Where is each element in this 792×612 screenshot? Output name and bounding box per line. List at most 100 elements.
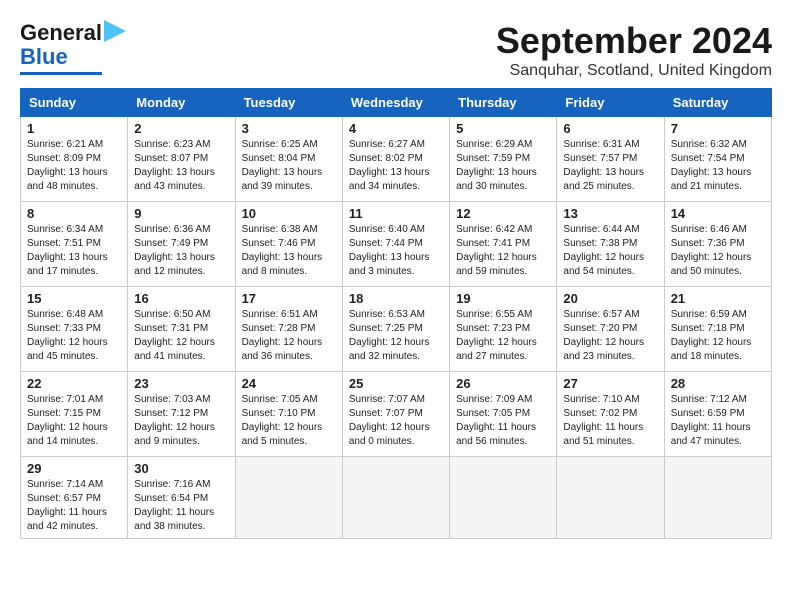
day-number: 19 — [456, 291, 550, 306]
day-info: Sunrise: 6:34 AMSunset: 7:51 PMDaylight:… — [27, 223, 121, 279]
day-number: 8 — [27, 206, 121, 221]
day-info: Sunrise: 6:48 AMSunset: 7:33 PMDaylight:… — [27, 308, 121, 364]
calendar-cell: 12 Sunrise: 6:42 AMSunset: 7:41 PMDaylig… — [450, 202, 557, 287]
day-number: 10 — [242, 206, 336, 221]
calendar-cell: 2 Sunrise: 6:23 AMSunset: 8:07 PMDayligh… — [128, 117, 235, 202]
calendar-cell — [557, 457, 664, 539]
calendar-cell: 5 Sunrise: 6:29 AMSunset: 7:59 PMDayligh… — [450, 117, 557, 202]
day-info: Sunrise: 7:05 AMSunset: 7:10 PMDaylight:… — [242, 393, 336, 449]
day-number: 25 — [349, 376, 443, 391]
calendar-cell: 25 Sunrise: 7:07 AMSunset: 7:07 PMDaylig… — [342, 372, 449, 457]
day-info: Sunrise: 7:10 AMSunset: 7:02 PMDaylight:… — [563, 393, 657, 449]
col-thursday: Thursday — [450, 89, 557, 117]
day-number: 15 — [27, 291, 121, 306]
col-wednesday: Wednesday — [342, 89, 449, 117]
day-info: Sunrise: 7:12 AMSunset: 6:59 PMDaylight:… — [671, 393, 765, 449]
day-number: 28 — [671, 376, 765, 391]
day-number: 11 — [349, 206, 443, 221]
calendar-cell: 6 Sunrise: 6:31 AMSunset: 7:57 PMDayligh… — [557, 117, 664, 202]
calendar-cell: 4 Sunrise: 6:27 AMSunset: 8:02 PMDayligh… — [342, 117, 449, 202]
page-header: General Blue September 2024 Sanquhar, Sc… — [20, 20, 772, 80]
calendar-cell: 20 Sunrise: 6:57 AMSunset: 7:20 PMDaylig… — [557, 287, 664, 372]
calendar-cell: 3 Sunrise: 6:25 AMSunset: 8:04 PMDayligh… — [235, 117, 342, 202]
day-info: Sunrise: 7:03 AMSunset: 7:12 PMDaylight:… — [134, 393, 228, 449]
calendar-table: Sunday Monday Tuesday Wednesday Thursday… — [20, 88, 772, 539]
day-info: Sunrise: 6:44 AMSunset: 7:38 PMDaylight:… — [563, 223, 657, 279]
day-info: Sunrise: 6:21 AMSunset: 8:09 PMDaylight:… — [27, 138, 121, 194]
day-info: Sunrise: 6:36 AMSunset: 7:49 PMDaylight:… — [134, 223, 228, 279]
day-info: Sunrise: 7:14 AMSunset: 6:57 PMDaylight:… — [27, 478, 121, 534]
logo-arrow-icon — [104, 20, 126, 42]
day-info: Sunrise: 6:46 AMSunset: 7:36 PMDaylight:… — [671, 223, 765, 279]
day-number: 1 — [27, 121, 121, 136]
calendar-cell: 21 Sunrise: 6:59 AMSunset: 7:18 PMDaylig… — [664, 287, 771, 372]
day-info: Sunrise: 6:42 AMSunset: 7:41 PMDaylight:… — [456, 223, 550, 279]
calendar-week-row: 15 Sunrise: 6:48 AMSunset: 7:33 PMDaylig… — [21, 287, 772, 372]
day-number: 29 — [27, 461, 121, 476]
day-number: 20 — [563, 291, 657, 306]
day-number: 16 — [134, 291, 228, 306]
col-saturday: Saturday — [664, 89, 771, 117]
day-info: Sunrise: 7:07 AMSunset: 7:07 PMDaylight:… — [349, 393, 443, 449]
calendar-cell — [342, 457, 449, 539]
day-info: Sunrise: 6:51 AMSunset: 7:28 PMDaylight:… — [242, 308, 336, 364]
day-info: Sunrise: 7:01 AMSunset: 7:15 PMDaylight:… — [27, 393, 121, 449]
logo-general-text: General — [20, 20, 102, 46]
calendar-cell: 15 Sunrise: 6:48 AMSunset: 7:33 PMDaylig… — [21, 287, 128, 372]
calendar-cell: 28 Sunrise: 7:12 AMSunset: 6:59 PMDaylig… — [664, 372, 771, 457]
calendar-cell: 17 Sunrise: 6:51 AMSunset: 7:28 PMDaylig… — [235, 287, 342, 372]
calendar-cell: 11 Sunrise: 6:40 AMSunset: 7:44 PMDaylig… — [342, 202, 449, 287]
calendar-cell: 7 Sunrise: 6:32 AMSunset: 7:54 PMDayligh… — [664, 117, 771, 202]
calendar-cell: 10 Sunrise: 6:38 AMSunset: 7:46 PMDaylig… — [235, 202, 342, 287]
day-info: Sunrise: 6:32 AMSunset: 7:54 PMDaylight:… — [671, 138, 765, 194]
calendar-week-row: 1 Sunrise: 6:21 AMSunset: 8:09 PMDayligh… — [21, 117, 772, 202]
title-area: September 2024 Sanquhar, Scotland, Unite… — [496, 20, 772, 80]
day-info: Sunrise: 6:50 AMSunset: 7:31 PMDaylight:… — [134, 308, 228, 364]
day-info: Sunrise: 6:40 AMSunset: 7:44 PMDaylight:… — [349, 223, 443, 279]
day-info: Sunrise: 6:27 AMSunset: 8:02 PMDaylight:… — [349, 138, 443, 194]
logo-underline — [20, 72, 102, 75]
calendar-week-row: 29 Sunrise: 7:14 AMSunset: 6:57 PMDaylig… — [21, 457, 772, 539]
day-number: 2 — [134, 121, 228, 136]
day-number: 13 — [563, 206, 657, 221]
calendar-cell: 27 Sunrise: 7:10 AMSunset: 7:02 PMDaylig… — [557, 372, 664, 457]
location-subtitle: Sanquhar, Scotland, United Kingdom — [496, 62, 772, 80]
day-info: Sunrise: 6:38 AMSunset: 7:46 PMDaylight:… — [242, 223, 336, 279]
col-sunday: Sunday — [21, 89, 128, 117]
calendar-cell — [235, 457, 342, 539]
calendar-cell: 23 Sunrise: 7:03 AMSunset: 7:12 PMDaylig… — [128, 372, 235, 457]
calendar-week-row: 22 Sunrise: 7:01 AMSunset: 7:15 PMDaylig… — [21, 372, 772, 457]
day-number: 6 — [563, 121, 657, 136]
day-info: Sunrise: 6:25 AMSunset: 8:04 PMDaylight:… — [242, 138, 336, 194]
calendar-cell — [450, 457, 557, 539]
logo-blue-text: Blue — [20, 44, 68, 70]
calendar-cell: 13 Sunrise: 6:44 AMSunset: 7:38 PMDaylig… — [557, 202, 664, 287]
calendar-cell: 14 Sunrise: 6:46 AMSunset: 7:36 PMDaylig… — [664, 202, 771, 287]
day-number: 9 — [134, 206, 228, 221]
day-number: 21 — [671, 291, 765, 306]
day-info: Sunrise: 7:16 AMSunset: 6:54 PMDaylight:… — [134, 478, 228, 534]
day-number: 14 — [671, 206, 765, 221]
day-number: 3 — [242, 121, 336, 136]
col-friday: Friday — [557, 89, 664, 117]
month-title: September 2024 — [496, 20, 772, 62]
day-info: Sunrise: 6:55 AMSunset: 7:23 PMDaylight:… — [456, 308, 550, 364]
calendar-cell: 9 Sunrise: 6:36 AMSunset: 7:49 PMDayligh… — [128, 202, 235, 287]
day-number: 27 — [563, 376, 657, 391]
calendar-cell: 8 Sunrise: 6:34 AMSunset: 7:51 PMDayligh… — [21, 202, 128, 287]
day-number: 4 — [349, 121, 443, 136]
calendar-cell: 24 Sunrise: 7:05 AMSunset: 7:10 PMDaylig… — [235, 372, 342, 457]
calendar-cell: 18 Sunrise: 6:53 AMSunset: 7:25 PMDaylig… — [342, 287, 449, 372]
calendar-cell: 22 Sunrise: 7:01 AMSunset: 7:15 PMDaylig… — [21, 372, 128, 457]
day-number: 24 — [242, 376, 336, 391]
day-number: 17 — [242, 291, 336, 306]
day-info: Sunrise: 7:09 AMSunset: 7:05 PMDaylight:… — [456, 393, 550, 449]
calendar-cell: 16 Sunrise: 6:50 AMSunset: 7:31 PMDaylig… — [128, 287, 235, 372]
day-info: Sunrise: 6:31 AMSunset: 7:57 PMDaylight:… — [563, 138, 657, 194]
calendar-cell: 19 Sunrise: 6:55 AMSunset: 7:23 PMDaylig… — [450, 287, 557, 372]
calendar-cell: 26 Sunrise: 7:09 AMSunset: 7:05 PMDaylig… — [450, 372, 557, 457]
day-info: Sunrise: 6:57 AMSunset: 7:20 PMDaylight:… — [563, 308, 657, 364]
calendar-week-row: 8 Sunrise: 6:34 AMSunset: 7:51 PMDayligh… — [21, 202, 772, 287]
day-number: 26 — [456, 376, 550, 391]
day-info: Sunrise: 6:59 AMSunset: 7:18 PMDaylight:… — [671, 308, 765, 364]
